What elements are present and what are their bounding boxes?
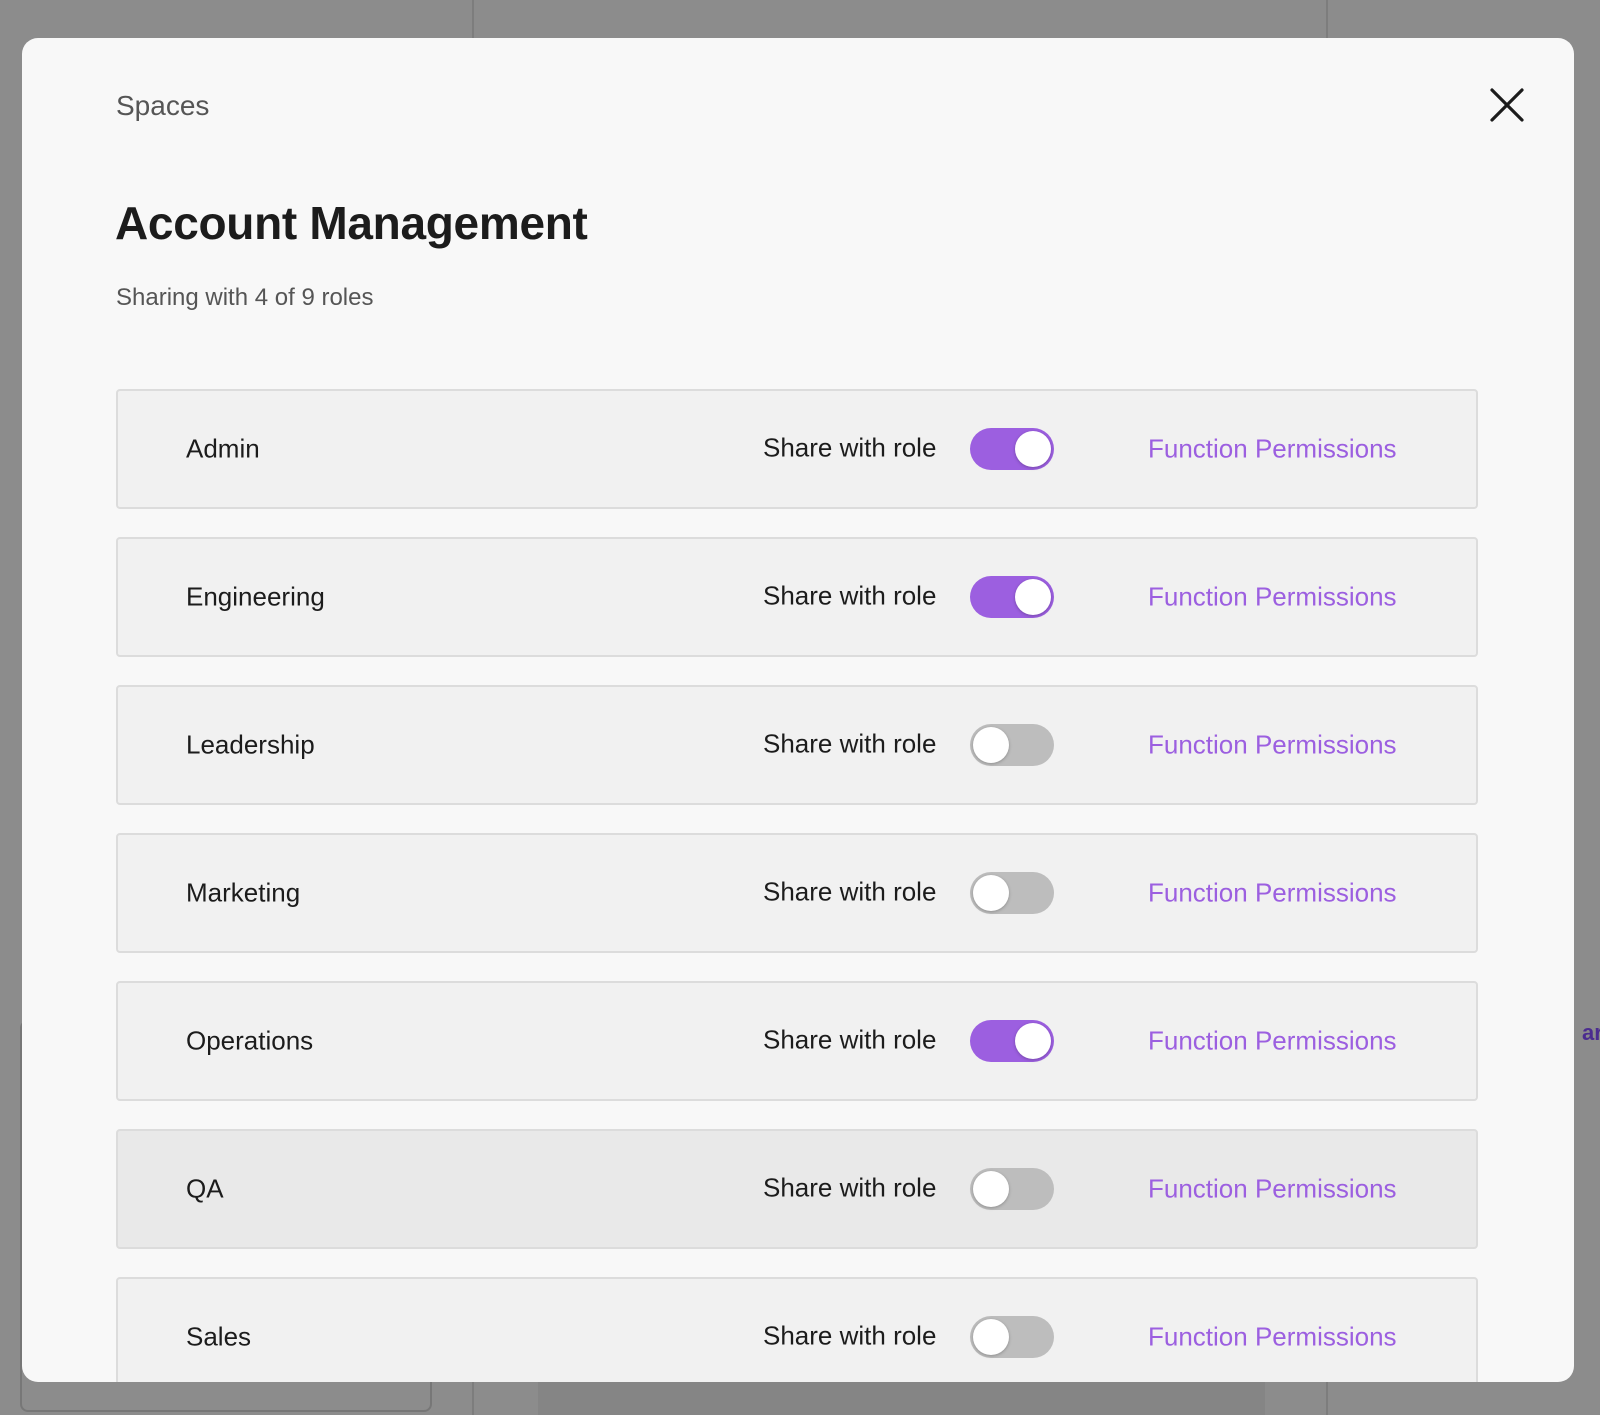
share-toggle-admin[interactable] xyxy=(970,428,1054,470)
role-list: Admin Share with role Function Permissio… xyxy=(116,389,1478,1382)
share-toggle-leadership[interactable] xyxy=(970,724,1054,766)
toggle-knob xyxy=(1015,431,1051,467)
background-text: ar xyxy=(1582,1020,1600,1045)
role-row-engineering: Engineering Share with role Function Per… xyxy=(116,537,1478,657)
role-name: Marketing xyxy=(186,877,301,908)
page-title: Account Management xyxy=(115,197,588,249)
role-name: Leadership xyxy=(186,729,315,760)
share-toggle-engineering[interactable] xyxy=(970,576,1054,618)
role-row-sales: Sales Share with role Function Permissio… xyxy=(116,1277,1478,1382)
share-with-role-label: Share with role xyxy=(763,1024,937,1055)
role-row-leadership: Leadership Share with role Function Perm… xyxy=(116,685,1478,805)
share-with-role-label: Share with role xyxy=(763,876,937,907)
share-with-role-label: Share with role xyxy=(763,580,937,611)
toggle-knob xyxy=(973,875,1009,911)
toggle-knob xyxy=(973,1319,1009,1355)
role-name: Sales xyxy=(186,1321,252,1352)
function-permissions-link[interactable]: Function Permissions xyxy=(1148,1174,1397,1205)
toggle-knob xyxy=(1015,1023,1051,1059)
share-toggle-sales[interactable] xyxy=(970,1316,1054,1358)
sharing-summary: Sharing with 4 of 9 roles xyxy=(116,284,374,311)
role-row-qa: QA Share with role Function Permissions xyxy=(116,1129,1478,1249)
breadcrumb[interactable]: Spaces xyxy=(116,90,209,122)
role-name: Operations xyxy=(186,1025,314,1056)
role-row-operations: Operations Share with role Function Perm… xyxy=(116,981,1478,1101)
function-permissions-link[interactable]: Function Permissions xyxy=(1148,1322,1397,1353)
toggle-knob xyxy=(973,1171,1009,1207)
role-name: Engineering xyxy=(186,581,325,612)
share-toggle-operations[interactable] xyxy=(970,1020,1054,1062)
share-toggle-marketing[interactable] xyxy=(970,872,1054,914)
share-with-role-label: Share with role xyxy=(763,728,937,759)
share-with-role-label: Share with role xyxy=(763,1320,937,1351)
toggle-knob xyxy=(1015,579,1051,615)
role-row-marketing: Marketing Share with role Function Permi… xyxy=(116,833,1478,953)
function-permissions-link[interactable]: Function Permissions xyxy=(1148,434,1397,465)
role-row-admin: Admin Share with role Function Permissio… xyxy=(116,389,1478,509)
function-permissions-link[interactable]: Function Permissions xyxy=(1148,582,1397,613)
share-with-role-label: Share with role xyxy=(763,1172,937,1203)
function-permissions-link[interactable]: Function Permissions xyxy=(1148,1026,1397,1057)
close-icon xyxy=(1490,88,1524,122)
share-with-role-label: Share with role xyxy=(763,432,937,463)
share-toggle-qa[interactable] xyxy=(970,1168,1054,1210)
background-panel xyxy=(538,1380,1265,1415)
role-name: QA xyxy=(186,1173,224,1204)
role-name: Admin xyxy=(186,433,260,464)
toggle-knob xyxy=(973,727,1009,763)
function-permissions-link[interactable]: Function Permissions xyxy=(1148,878,1397,909)
function-permissions-link[interactable]: Function Permissions xyxy=(1148,730,1397,761)
close-button[interactable] xyxy=(1484,82,1530,128)
share-space-modal: Spaces Account Management Sharing with 4… xyxy=(22,38,1574,1382)
